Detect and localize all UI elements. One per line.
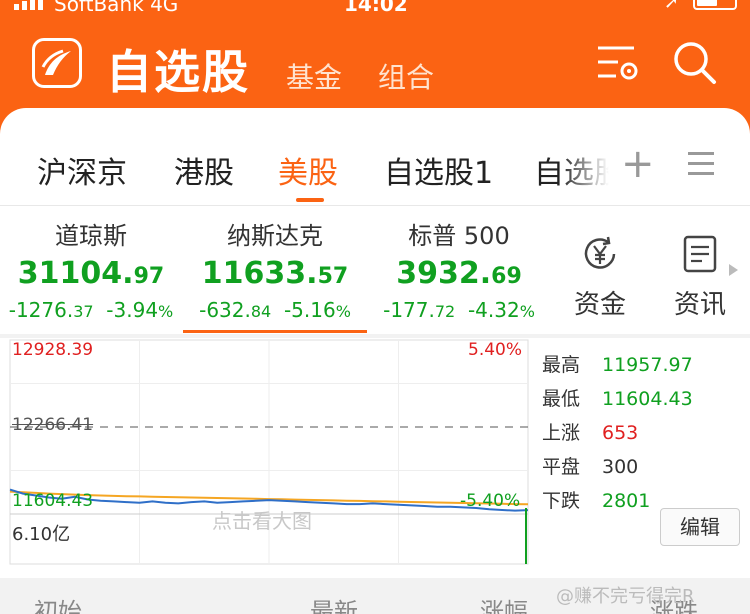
index-name: 标普 500 — [408, 222, 510, 250]
battery-icon — [693, 0, 737, 10]
index-change: -632.84 -5.16% — [199, 298, 351, 322]
carrier-label: SoftBank 4G — [54, 0, 179, 16]
tab-fade — [560, 140, 630, 196]
status-bar: SoftBank 4G 14:02 ➚ — [0, 0, 750, 20]
chart-min-pct: -5.40% — [460, 491, 521, 511]
add-tab-icon[interactable]: + — [621, 144, 655, 184]
chart-mid-label: 12266.41 — [12, 415, 94, 435]
tab-us[interactable]: 美股 — [278, 148, 338, 192]
column-initial[interactable]: 初始 — [34, 592, 82, 614]
index-value: 31104.97 — [17, 256, 165, 291]
active-tab-indicator — [296, 198, 324, 202]
index-nasdaq[interactable]: 纳斯达克 11633.57 -632.84 -5.16% — [182, 218, 368, 326]
chevron-right-icon[interactable] — [729, 264, 738, 276]
index-change: -1276.37 -3.94% — [8, 298, 174, 322]
stat-up: 上涨 653 — [542, 422, 639, 444]
column-latest[interactable]: 最新 — [310, 592, 358, 614]
app-logo[interactable] — [32, 38, 82, 88]
index-change: -177.72 -4.32% — [383, 298, 535, 322]
clock: 14:02 — [344, 0, 408, 16]
signal-icon — [14, 0, 43, 10]
menu-icon[interactable] — [688, 152, 714, 176]
watermark: @赚不完亏得完R — [556, 586, 695, 607]
charging-icon: ➚ — [664, 0, 680, 13]
settings-list-icon[interactable] — [596, 40, 642, 90]
fund-flow-button[interactable]: 资金 — [568, 234, 632, 321]
intraday-chart[interactable] — [0, 338, 535, 570]
index-value: 11633.57 — [201, 256, 349, 291]
fund-flow-label: 资金 — [573, 290, 626, 320]
column-change-pct[interactable]: 涨幅 — [480, 592, 528, 614]
index-sp500[interactable]: 标普 500 3932.69 -177.72 -4.32% — [368, 218, 550, 326]
index-value: 3932.69 — [396, 256, 522, 291]
edit-button[interactable]: 编辑 — [660, 508, 740, 546]
tab-watchlist-1[interactable]: 自选股1 — [384, 148, 493, 192]
selected-index-indicator — [183, 330, 367, 333]
stat-high: 最高 11957.97 — [542, 354, 693, 376]
tab-funds[interactable]: 基金 — [286, 56, 342, 96]
index-name: 纳斯达克 — [227, 222, 323, 250]
news-button[interactable]: 资讯 — [668, 234, 732, 321]
yen-fund-icon — [584, 236, 616, 269]
index-dow[interactable]: 道琼斯 31104.97 -1276.37 -3.94% — [0, 218, 182, 326]
search-icon[interactable] — [672, 40, 718, 90]
tab-hk[interactable]: 港股 — [174, 148, 234, 192]
chart-max-label: 12928.39 — [12, 340, 94, 360]
chart-hint[interactable]: 点击看大图 — [212, 505, 312, 534]
chart-max-pct: 5.40% — [468, 340, 523, 360]
stat-down: 下跌 2801 — [542, 490, 651, 512]
tab-a-share[interactable]: 沪深京 — [37, 148, 127, 192]
tab-portfolio[interactable]: 组合 — [378, 56, 434, 96]
stat-flat: 平盘 300 — [542, 456, 639, 478]
news-document-icon — [683, 235, 717, 273]
volume-label: 6.10亿 — [12, 524, 71, 545]
divider — [0, 205, 750, 206]
logo-icon — [41, 49, 71, 75]
index-name: 道琼斯 — [55, 222, 127, 250]
news-label: 资讯 — [673, 290, 726, 320]
chart-min-label: 11604.43 — [12, 491, 94, 511]
page-title[interactable]: 自选股 — [106, 36, 250, 102]
stat-low: 最低 11604.43 — [542, 388, 693, 410]
